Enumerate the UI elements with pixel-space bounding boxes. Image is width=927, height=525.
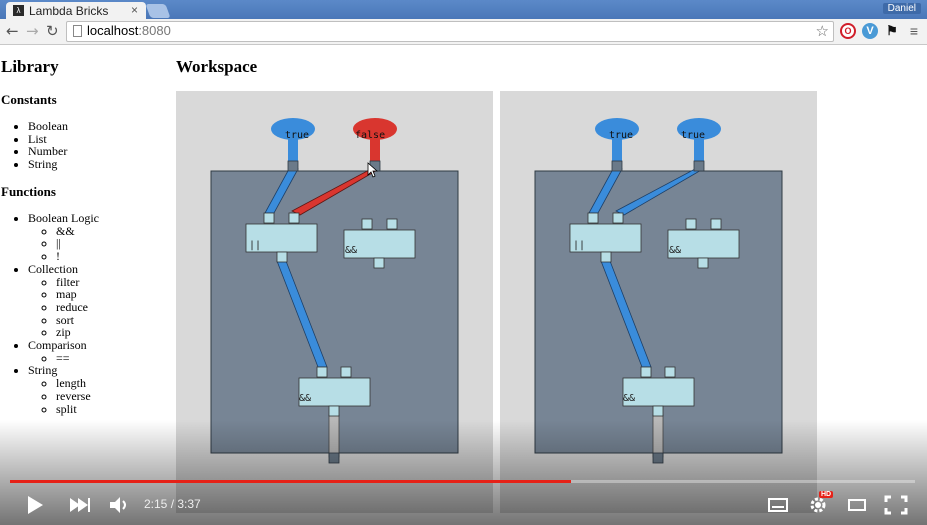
constant-item[interactable]: Boolean xyxy=(28,120,68,133)
browser-tab[interactable]: λ Lambda Bricks × xyxy=(6,2,146,19)
next-icon[interactable] xyxy=(69,497,91,513)
brick-input-port[interactable] xyxy=(288,212,300,224)
input-stem xyxy=(612,139,622,161)
brick-output-port[interactable] xyxy=(328,405,340,417)
video-time: 2:15 / 3:37 xyxy=(144,497,201,511)
brick-output-port[interactable] xyxy=(276,251,288,263)
brick-input-port[interactable] xyxy=(361,218,373,230)
close-tab-icon[interactable]: × xyxy=(131,3,138,17)
brick-input-port[interactable] xyxy=(386,218,398,230)
function-item[interactable]: || xyxy=(56,237,99,250)
brick-output-port[interactable] xyxy=(697,257,709,269)
constants-title: Constants xyxy=(1,92,57,107)
library-title: Library xyxy=(1,57,59,76)
function-group: String length reverse split xyxy=(28,364,99,415)
function-item[interactable]: == xyxy=(56,352,99,365)
brick-input-port[interactable] xyxy=(710,218,722,230)
function-group: Collection filter map reduce sort zip xyxy=(28,261,99,339)
volume-icon[interactable] xyxy=(108,495,132,515)
input-socket[interactable] xyxy=(693,160,705,172)
settings-gear-icon[interactable] xyxy=(808,495,828,515)
function-group-label: Collection xyxy=(28,261,78,276)
input-stem xyxy=(694,139,704,161)
brick-label: && xyxy=(299,393,311,404)
function-item[interactable]: reduce xyxy=(56,301,99,314)
play-icon[interactable] xyxy=(25,495,45,515)
brick-input-port[interactable] xyxy=(340,366,352,378)
address-bar[interactable]: localhost:8080 ☆ xyxy=(66,21,834,42)
extension-icon[interactable]: ⚑ xyxy=(884,23,900,39)
brick-input-port[interactable] xyxy=(587,212,599,224)
brick-input-port[interactable] xyxy=(263,212,275,224)
page-icon xyxy=(73,25,82,37)
function-group-label: Comparison xyxy=(28,338,87,353)
brick-output-port[interactable] xyxy=(373,257,385,269)
captions-icon[interactable] xyxy=(768,498,788,512)
app-favicon-icon: λ xyxy=(13,5,24,16)
brick-input-port[interactable] xyxy=(612,212,624,224)
input-stem xyxy=(288,139,298,161)
brick-input-port[interactable] xyxy=(685,218,697,230)
brick-label: || xyxy=(573,240,585,251)
brick-input-port[interactable] xyxy=(640,366,652,378)
function-item[interactable]: split xyxy=(56,402,99,416)
functions-title: Functions xyxy=(1,184,56,199)
function-item[interactable]: length xyxy=(56,377,99,390)
tab-title: Lambda Bricks xyxy=(29,4,109,18)
input-label: false xyxy=(355,130,385,141)
function-item[interactable]: reverse xyxy=(56,390,99,403)
input-socket[interactable] xyxy=(611,160,623,172)
workspace-title: Workspace xyxy=(176,57,258,76)
function-item[interactable]: && xyxy=(56,224,99,238)
opera-extension-icon[interactable]: O xyxy=(840,23,856,39)
brick-output-port[interactable] xyxy=(652,405,664,417)
video-progress-bar[interactable] xyxy=(10,480,915,483)
video-progress-fill xyxy=(10,480,572,483)
url-text: localhost:8080 xyxy=(87,23,171,38)
input-stem xyxy=(370,139,380,161)
menu-icon[interactable]: ≡ xyxy=(906,23,922,39)
theater-mode-icon[interactable] xyxy=(848,498,866,512)
input-socket[interactable] xyxy=(287,160,299,172)
brick-label: && xyxy=(345,245,357,256)
back-arrow-icon[interactable]: ← xyxy=(6,22,19,40)
function-group-label: Boolean Logic xyxy=(28,211,99,225)
function-group: Boolean Logic && || ! xyxy=(28,212,99,263)
input-label: true xyxy=(285,130,309,141)
reload-icon[interactable]: ↻ xyxy=(46,22,59,40)
profile-name[interactable]: Daniel xyxy=(882,3,921,14)
vimeo-extension-icon[interactable]: V xyxy=(862,23,878,39)
bookmark-star-icon[interactable]: ☆ xyxy=(816,22,829,40)
brick-label: && xyxy=(669,245,681,256)
brick-input-port[interactable] xyxy=(316,366,328,378)
brick-label: && xyxy=(623,393,635,404)
function-group: Comparison == xyxy=(28,339,99,364)
fullscreen-icon[interactable] xyxy=(884,495,908,515)
constants-list: Boolean List Number String xyxy=(0,120,68,171)
hd-badge: HD xyxy=(819,491,834,498)
forward-arrow-icon[interactable]: → xyxy=(26,22,39,40)
browser-toolbar: ← → ↻ localhost:8080 ☆ O V ⚑ ≡ xyxy=(0,19,927,45)
input-label: true xyxy=(609,130,633,141)
browser-titlebar: λ Lambda Bricks × Daniel xyxy=(0,0,927,19)
brick-input-port[interactable] xyxy=(664,366,676,378)
new-tab-button[interactable] xyxy=(145,4,171,18)
input-label: true xyxy=(681,130,705,141)
functions-list: Boolean Logic && || ! Collection filter … xyxy=(0,212,99,415)
brick-label: || xyxy=(249,240,261,251)
brick-output-port[interactable] xyxy=(600,251,612,263)
constant-item[interactable]: String xyxy=(28,158,68,171)
